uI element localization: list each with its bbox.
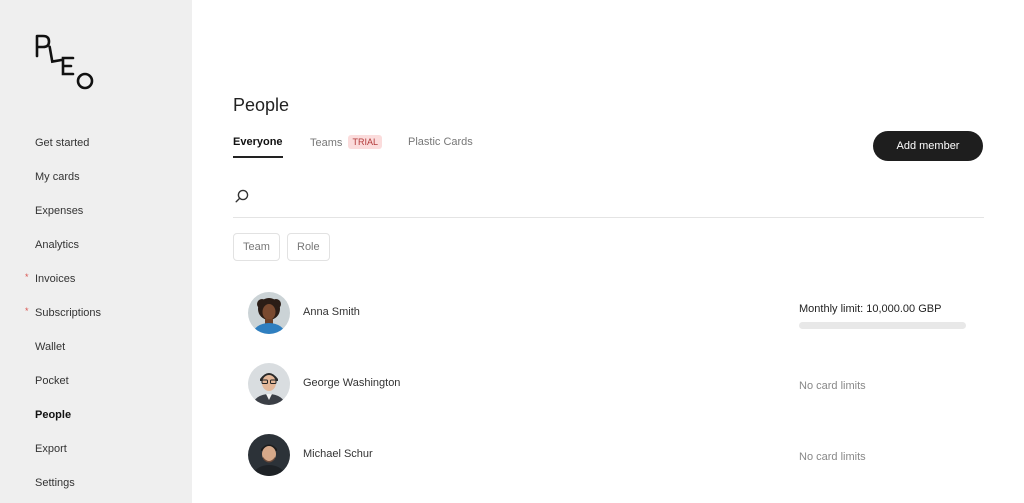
- role-filter-button[interactable]: Role: [287, 233, 330, 261]
- avatar: [248, 363, 290, 405]
- sidebar-item-invoices[interactable]: * Invoices: [0, 262, 192, 296]
- card-limit-text: No card limits: [799, 380, 866, 392]
- avatar: [248, 292, 290, 334]
- notification-dot-icon: *: [25, 272, 29, 282]
- sidebar-nav: Get started My cards Expenses Analytics * Inv…: [0, 126, 192, 500]
- search-bar: [233, 186, 984, 218]
- person-row-george-washington[interactable]: George Washington No card limits: [248, 363, 978, 413]
- card-limit-text: No card limits: [799, 451, 866, 463]
- add-member-button[interactable]: Add member: [873, 131, 983, 161]
- tab-plastic-cards[interactable]: Plastic Cards: [408, 136, 473, 158]
- team-filter-button[interactable]: Team: [233, 233, 280, 261]
- sidebar-item-get-started[interactable]: Get started: [0, 126, 192, 160]
- sidebar-item-label: Wallet: [35, 341, 66, 353]
- monthly-limit-text: Monthly limit: 10,000.00 GBP: [799, 303, 942, 315]
- person-row-michael-schur[interactable]: Michael Schur No card limits: [248, 434, 978, 484]
- sidebar: Get started My cards Expenses Analytics * Inv…: [0, 0, 192, 503]
- person-name: George Washington: [303, 377, 401, 389]
- tab-teams[interactable]: Teams TRIAL: [310, 135, 382, 158]
- avatar: [248, 434, 290, 476]
- search-input[interactable]: [257, 186, 957, 208]
- sidebar-item-export[interactable]: Export: [0, 432, 192, 466]
- sidebar-item-wallet[interactable]: Wallet: [0, 330, 192, 364]
- limit-progress-bar: [799, 322, 966, 329]
- notification-dot-icon: *: [25, 306, 29, 316]
- sidebar-item-label: Subscriptions: [35, 307, 102, 319]
- sidebar-item-my-cards[interactable]: My cards: [0, 160, 192, 194]
- main-content: People Everyone Teams TRIAL Plastic Card…: [192, 0, 1024, 503]
- tab-everyone[interactable]: Everyone: [233, 136, 283, 158]
- sidebar-item-label: Settings: [35, 477, 75, 489]
- sidebar-item-label: Analytics: [35, 239, 80, 251]
- sidebar-item-analytics[interactable]: Analytics: [0, 228, 192, 262]
- person-row-anna-smith[interactable]: Anna Smith Monthly limit: 10,000.00 GBP: [248, 292, 978, 342]
- sidebar-item-label: Pocket: [35, 375, 69, 387]
- tab-label: Teams: [310, 137, 343, 149]
- search-icon[interactable]: [234, 188, 250, 204]
- sidebar-item-expenses[interactable]: Expenses: [0, 194, 192, 228]
- tab-label: Plastic Cards: [408, 136, 473, 148]
- person-name: Anna Smith: [303, 306, 360, 318]
- pleo-logo[interactable]: [33, 32, 97, 92]
- sidebar-item-label: Invoices: [35, 273, 76, 285]
- sidebar-item-subscriptions[interactable]: * Subscriptions: [0, 296, 192, 330]
- person-name: Michael Schur: [303, 448, 373, 460]
- sidebar-item-pocket[interactable]: Pocket: [0, 364, 192, 398]
- sidebar-item-label: Expenses: [35, 205, 84, 217]
- tab-active-underline: [233, 156, 283, 158]
- sidebar-item-people[interactable]: People: [0, 398, 192, 432]
- sidebar-item-label: Get started: [35, 137, 90, 149]
- sidebar-item-label: People: [35, 409, 72, 421]
- tab-label: Everyone: [233, 136, 283, 148]
- sidebar-item-settings[interactable]: Settings: [0, 466, 192, 500]
- sidebar-item-label: Export: [35, 443, 67, 455]
- trial-badge: TRIAL: [348, 135, 382, 149]
- sidebar-item-label: My cards: [35, 171, 80, 183]
- page-title: People: [233, 95, 290, 115]
